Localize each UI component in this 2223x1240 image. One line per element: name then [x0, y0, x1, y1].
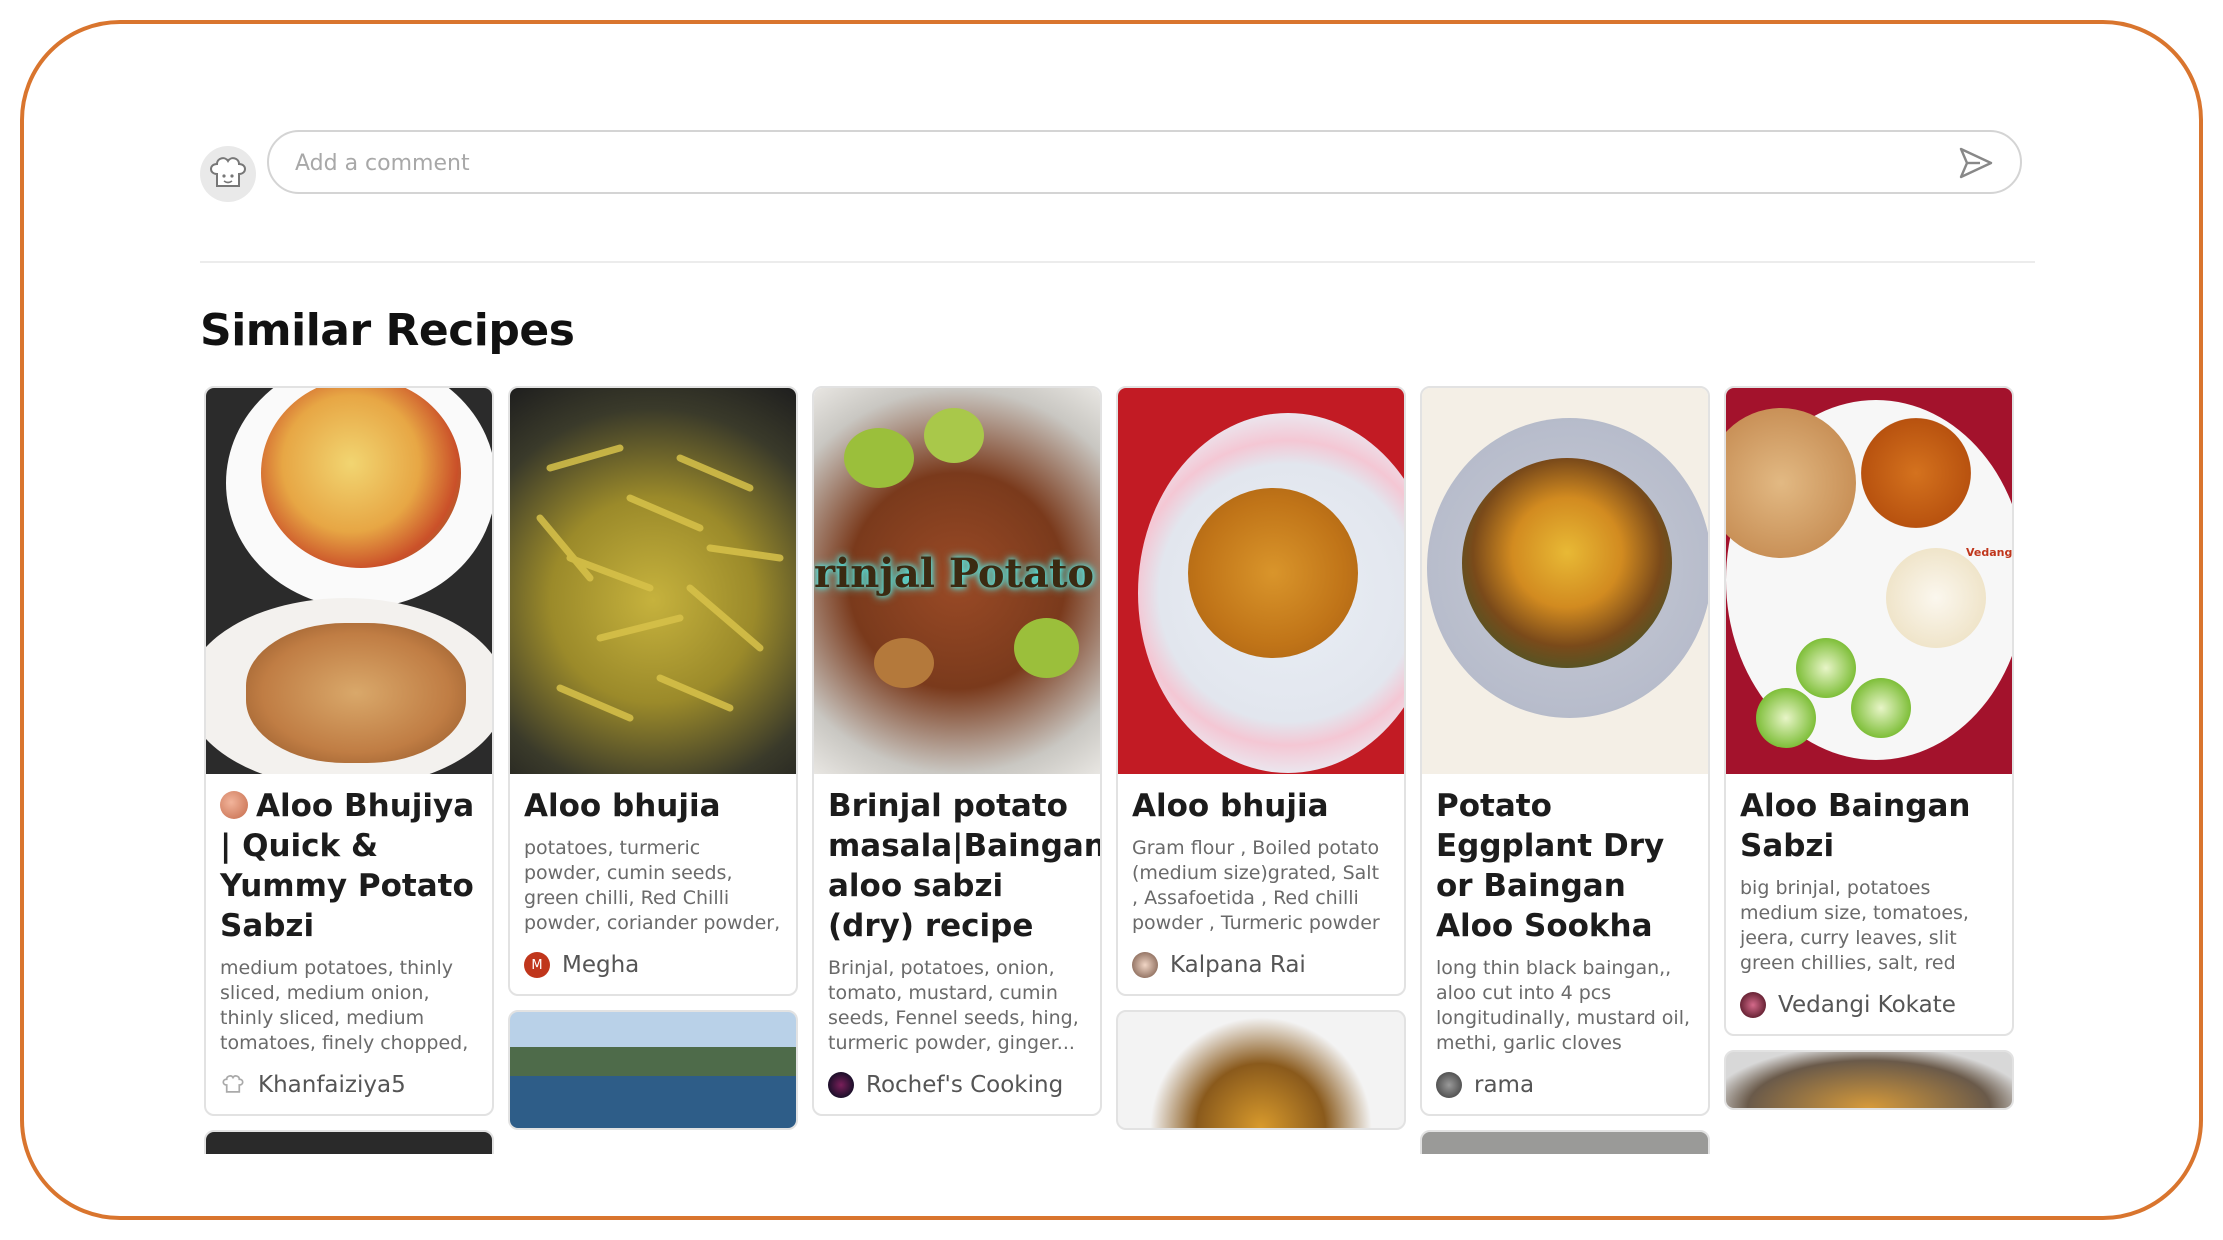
- recipe-card[interactable]: Aloo bhujia Gram flour , Boiled potato (…: [1116, 386, 1406, 996]
- recipe-card-peek[interactable]: [1420, 1130, 1710, 1154]
- send-icon[interactable]: [1958, 146, 1994, 180]
- recipe-title: Aloo Baingan Sabzi: [1740, 788, 1971, 864]
- author-avatar: [1740, 992, 1766, 1018]
- chef-hat-icon: [220, 1072, 246, 1098]
- section-title: Similar Recipes: [200, 305, 575, 356]
- recipe-image: rinjal Potato fr: [814, 388, 1100, 774]
- recipe-author[interactable]: Rochef's Cooking: [828, 1070, 1086, 1100]
- recipe-column: Aloo bhujia potatoes, turmeric powder, c…: [508, 386, 798, 1130]
- recipe-ingredients: potatoes, turmeric powder, cumin seeds, …: [524, 837, 781, 934]
- author-name: Kalpana Rai: [1170, 952, 1306, 978]
- comment-bar: [200, 130, 2035, 230]
- recipe-card[interactable]: Aloo Bhujiya | Quick & Yummy Potato Sabz…: [204, 386, 494, 1116]
- author-avatar: M: [524, 952, 550, 978]
- recipe-column: Aloo Bhujiya | Quick & Yummy Potato Sabz…: [204, 386, 494, 1154]
- recipe-column: Potato Eggplant Dry or Baingan Aloo Sook…: [1420, 386, 1710, 1154]
- recipe-column: rinjal Potato fr Brinjal potato masala|B…: [812, 386, 1102, 1130]
- page-frame: Similar Recipes Aloo Bhujiya | Quick & Y…: [20, 20, 2203, 1220]
- recipe-image: Vedangi: [1726, 388, 2012, 774]
- author-avatar: [1132, 952, 1158, 978]
- recipe-ingredients: big brinjal, potatoes medium size, tomat…: [1740, 877, 1969, 974]
- comment-field[interactable]: [267, 130, 2022, 194]
- recipe-card[interactable]: rinjal Potato fr Brinjal potato masala|B…: [812, 386, 1102, 1116]
- recipe-title: Aloo bhujia: [1132, 788, 1329, 824]
- recipe-card-peek[interactable]: [204, 1130, 494, 1154]
- recipe-author[interactable]: Vedangi Kokate: [1740, 990, 1998, 1020]
- author-name: Rochef's Cooking: [866, 1072, 1064, 1098]
- peach-emoji-icon: [220, 791, 248, 819]
- recipe-column: Vedangi Aloo Baingan Sabzi big brinjal, …: [1724, 386, 2014, 1110]
- comment-input[interactable]: [295, 146, 1915, 180]
- recipe-ingredients: long thin black baingan,, aloo cut into …: [1436, 957, 1691, 1054]
- recipe-author[interactable]: Khanfaiziya5: [220, 1070, 478, 1100]
- chef-hat-icon: [200, 146, 256, 202]
- recipe-title: Potato Eggplant Dry or Baingan Aloo Sook…: [1436, 788, 1665, 944]
- recipe-column: Aloo bhujia Gram flour , Boiled potato (…: [1116, 386, 1406, 1130]
- recipe-image: [1118, 388, 1404, 774]
- recipe-title-text: Aloo Bhujiya | Quick & Yummy Potato Sabz…: [220, 788, 475, 944]
- recipe-title: Aloo bhujia: [524, 788, 721, 824]
- recipe-card-peek[interactable]: [1724, 1050, 2014, 1110]
- recipe-card-peek[interactable]: [1116, 1010, 1406, 1130]
- recipe-card[interactable]: Potato Eggplant Dry or Baingan Aloo Sook…: [1420, 386, 1710, 1116]
- recipe-author[interactable]: M Megha: [524, 950, 782, 980]
- author-name: Vedangi Kokate: [1778, 992, 1956, 1018]
- recipe-image: [1422, 388, 1708, 774]
- recipe-grid: Aloo Bhujiya | Quick & Yummy Potato Sabz…: [204, 386, 2034, 1154]
- recipe-author[interactable]: rama: [1436, 1070, 1694, 1100]
- recipe-ingredients: medium potatoes, thinly sliced, medium o…: [220, 957, 469, 1054]
- recipe-ingredients: Gram flour , Boiled potato (medium size)…: [1132, 837, 1380, 934]
- author-avatar: [828, 1072, 854, 1098]
- recipe-author[interactable]: Kalpana Rai: [1132, 950, 1390, 980]
- image-overlay-text: rinjal Potato fr: [814, 550, 1100, 597]
- author-name: Megha: [562, 952, 640, 978]
- recipe-image: [206, 388, 492, 774]
- image-watermark: Vedangi: [1966, 546, 2012, 559]
- recipe-card-peek[interactable]: [508, 1010, 798, 1130]
- recipe-card[interactable]: Aloo bhujia potatoes, turmeric powder, c…: [508, 386, 798, 996]
- author-name: Khanfaiziya5: [258, 1072, 406, 1098]
- divider: [200, 261, 2035, 263]
- recipe-image: [510, 388, 796, 774]
- recipe-title: Aloo Bhujiya | Quick & Yummy Potato Sabz…: [220, 786, 478, 946]
- recipe-ingredients: Brinjal, potatoes, onion, tomato, mustar…: [828, 957, 1079, 1054]
- recipe-card[interactable]: Vedangi Aloo Baingan Sabzi big brinjal, …: [1724, 386, 2014, 1036]
- author-avatar: [1436, 1072, 1462, 1098]
- recipe-title: Brinjal potato masala|Baingan aloo sabzi…: [828, 788, 1102, 944]
- author-name: rama: [1474, 1072, 1535, 1098]
